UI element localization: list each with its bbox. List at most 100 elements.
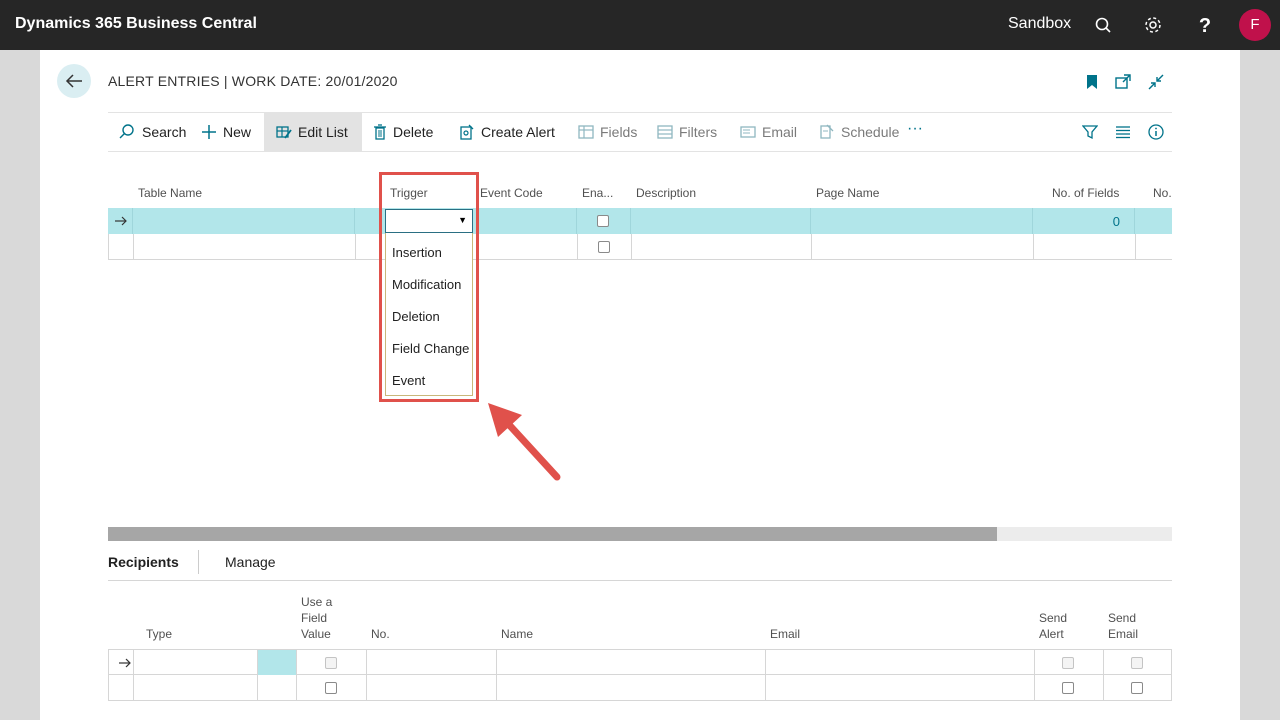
cell-divider	[296, 650, 297, 676]
cell-divider	[1033, 234, 1034, 260]
cell-divider	[496, 675, 497, 701]
subpage-tabs: Recipients Manage	[108, 548, 1172, 581]
schedule-action[interactable]: Schedule	[819, 113, 899, 151]
plus-icon	[202, 125, 216, 139]
cell-divider	[811, 234, 812, 260]
cell-divider	[1134, 208, 1135, 234]
cell-divider	[296, 675, 297, 701]
cell-divider	[631, 234, 632, 260]
col-send-email[interactable]: Send Email	[1108, 610, 1138, 642]
svg-text:?: ?	[1199, 15, 1211, 36]
cell-divider	[765, 650, 766, 676]
recipient-row[interactable]	[108, 649, 1172, 676]
recipient-row[interactable]	[108, 675, 1172, 701]
scrollbar-thumb[interactable]	[108, 527, 997, 541]
schedule-icon	[820, 124, 834, 139]
email-action[interactable]: Email	[740, 113, 797, 151]
current-row-arrow-icon	[115, 216, 127, 226]
fields-action[interactable]: Fields	[578, 113, 637, 151]
cell-divider	[133, 234, 134, 260]
send-email-checkbox[interactable]	[1131, 682, 1143, 694]
help-icon[interactable]: ?	[1194, 14, 1216, 36]
col-name[interactable]: Name	[501, 626, 533, 642]
fields-action-label: Fields	[600, 124, 638, 140]
arrow-left-icon	[65, 74, 82, 88]
back-button[interactable]	[57, 64, 91, 98]
send-alert-checkbox[interactable]	[1062, 657, 1074, 669]
cell-divider	[366, 675, 367, 701]
new-action[interactable]: New	[201, 113, 251, 151]
filter-icon[interactable]	[1082, 124, 1098, 140]
filters-action[interactable]: Filters	[657, 113, 717, 151]
col-use-field-value[interactable]: Use a Field Value	[301, 594, 332, 642]
collapse-icon[interactable]	[1147, 73, 1165, 91]
create-alert-action[interactable]: Create Alert	[459, 113, 555, 151]
filters-icon	[657, 125, 673, 139]
cell-divider	[366, 650, 367, 676]
table-row[interactable]: 0	[108, 208, 1172, 234]
app-bar: Dynamics 365 Business Central Sandbox ? …	[0, 0, 1280, 50]
col-email[interactable]: Email	[770, 626, 800, 642]
action-bar: Search New Edit List Delete Create Alert…	[108, 112, 1172, 152]
cell-divider	[1135, 234, 1136, 260]
col-description[interactable]: Description	[636, 186, 696, 200]
tab-divider	[198, 550, 199, 574]
col-enabled[interactable]: Ena...	[582, 186, 613, 200]
send-email-checkbox[interactable]	[1131, 657, 1143, 669]
more-actions-button[interactable]: ···	[907, 110, 923, 148]
info-icon[interactable]	[1147, 123, 1165, 141]
cell-divider	[133, 675, 134, 701]
col-table-name[interactable]: Table Name	[138, 186, 202, 200]
gear-icon[interactable]	[1142, 14, 1164, 36]
cell-divider	[810, 208, 811, 234]
bookmark-icon[interactable]	[1083, 73, 1101, 91]
send-alert-checkbox[interactable]	[1062, 682, 1074, 694]
col-send-alert[interactable]: Send Alert	[1039, 610, 1067, 642]
col-no[interactable]: No.	[1153, 186, 1172, 200]
search-action-label: Search	[142, 124, 187, 140]
fields-icon	[578, 125, 594, 139]
cell-divider	[1034, 650, 1035, 676]
cell-divider	[354, 208, 355, 234]
col-no-of-fields[interactable]: No. of Fields	[1052, 186, 1119, 200]
no-of-fields-value[interactable]: 0	[1113, 214, 1120, 229]
col-page-name[interactable]: Page Name	[816, 186, 879, 200]
create-alert-icon	[460, 124, 474, 140]
type-cell-selected[interactable]	[257, 650, 297, 675]
cell-divider	[496, 650, 497, 676]
cell-divider	[576, 208, 577, 234]
environment-label[interactable]: Sandbox	[1008, 15, 1071, 33]
enabled-checkbox[interactable]	[597, 215, 609, 227]
use-field-value-checkbox[interactable]	[325, 657, 337, 669]
edit-list-action[interactable]: Edit List	[264, 113, 362, 151]
tab-recipients[interactable]: Recipients	[108, 554, 179, 570]
table-row[interactable]	[108, 234, 1172, 260]
col-event-code[interactable]: Event Code	[480, 186, 543, 200]
list-view-icon[interactable]	[1115, 124, 1131, 140]
cell-divider	[257, 650, 258, 676]
col-type[interactable]: Type	[146, 626, 172, 642]
search-icon[interactable]	[1092, 14, 1114, 36]
tab-manage[interactable]: Manage	[225, 554, 276, 570]
enabled-checkbox[interactable]	[598, 241, 610, 253]
schedule-action-label: Schedule	[841, 124, 900, 140]
avatar[interactable]: F	[1239, 9, 1271, 41]
cell-divider	[765, 675, 766, 701]
more-icon: ···	[907, 120, 923, 137]
page-title: ALERT ENTRIES | WORK DATE: 20/01/2020	[108, 73, 398, 89]
col-no[interactable]: No.	[371, 626, 390, 642]
open-new-window-icon[interactable]	[1114, 73, 1132, 91]
delete-action[interactable]: Delete	[373, 113, 433, 151]
annotation-arrow	[488, 403, 561, 481]
horizontal-scrollbar[interactable]	[108, 527, 1172, 541]
cell-divider	[1103, 650, 1104, 676]
cell-divider	[1034, 675, 1035, 701]
trash-icon	[374, 124, 386, 140]
search-action[interactable]: Search	[118, 113, 186, 151]
email-icon	[740, 126, 756, 138]
search-icon	[119, 124, 134, 139]
edit-list-action-label: Edit List	[298, 124, 348, 140]
app-title[interactable]: Dynamics 365 Business Central	[15, 15, 257, 33]
use-field-value-checkbox[interactable]	[325, 682, 337, 694]
cell-divider	[630, 208, 631, 234]
